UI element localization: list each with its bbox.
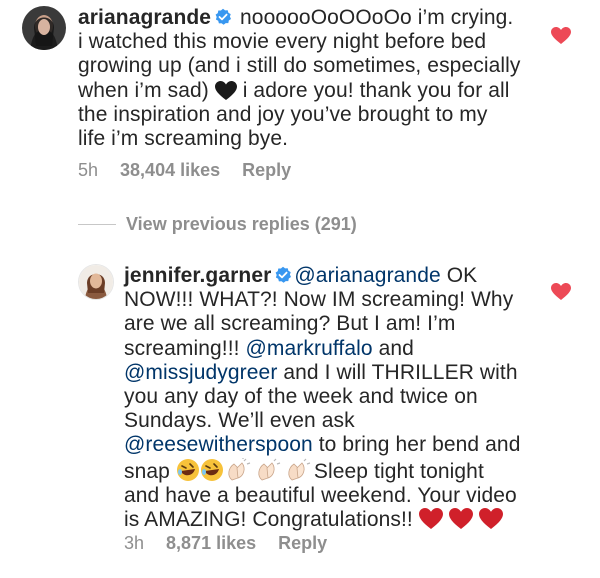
timestamp: 5h bbox=[78, 160, 99, 180]
comment-meta: 3h 8,871 likes Reply bbox=[124, 533, 349, 554]
clapping-hands-icon bbox=[284, 458, 314, 482]
rofl-emoji-icon bbox=[176, 458, 200, 482]
like-heart-icon[interactable] bbox=[551, 27, 571, 45]
avatar[interactable] bbox=[78, 264, 114, 300]
username[interactable]: arianagrande bbox=[78, 6, 211, 29]
mention-link[interactable]: @missjudygreer bbox=[124, 361, 277, 384]
clapping-hands-icon bbox=[224, 457, 254, 482]
black-heart-icon bbox=[214, 80, 237, 101]
likes-count[interactable]: 38,404 likes bbox=[120, 160, 220, 180]
like-heart-icon[interactable] bbox=[551, 283, 571, 301]
likes-count[interactable]: 8,871 likes bbox=[166, 533, 256, 553]
avatar[interactable] bbox=[22, 6, 66, 50]
view-previous-replies[interactable]: View previous replies (291) bbox=[78, 214, 357, 235]
verified-badge-icon bbox=[274, 266, 292, 284]
red-heart-icon bbox=[448, 508, 473, 530]
comment-meta: 5h 38,404 likes Reply bbox=[78, 160, 313, 181]
verified-badge-icon bbox=[214, 8, 232, 26]
mention-link[interactable]: @markruffalo bbox=[246, 337, 373, 360]
reply-button[interactable]: Reply bbox=[242, 160, 291, 180]
mention-link[interactable]: @arianagrande bbox=[294, 264, 440, 287]
rofl-emoji-icon bbox=[200, 458, 224, 482]
comment-text: arianagrande noooooOoOOoOo i’m crying. i… bbox=[78, 6, 521, 151]
timestamp: 3h bbox=[124, 533, 145, 553]
comment-text: jennifer.garner @arianagrande OK NOW!!! W… bbox=[124, 264, 521, 532]
divider bbox=[78, 224, 116, 225]
username[interactable]: jennifer.garner bbox=[124, 264, 271, 287]
clapping-hands-icon bbox=[254, 458, 284, 482]
mention-link[interactable]: @reesewitherspoon bbox=[124, 433, 313, 456]
reply-button[interactable]: Reply bbox=[278, 533, 327, 553]
red-heart-icon bbox=[418, 508, 443, 530]
red-heart-icon bbox=[478, 508, 503, 530]
